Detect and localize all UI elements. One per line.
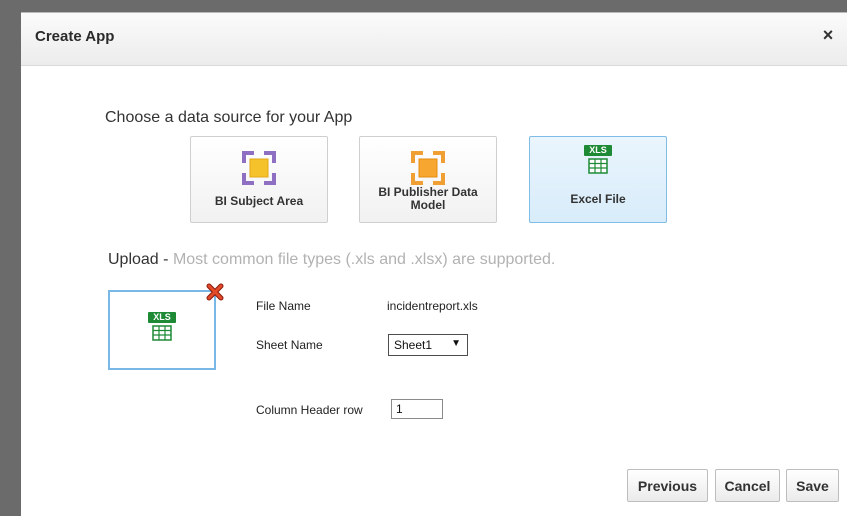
cancel-button[interactable]: Cancel	[715, 469, 780, 502]
sheet-name-value: Sheet1	[394, 338, 433, 352]
column-header-row-input[interactable]	[391, 399, 443, 419]
file-name-value: incidentreport.xls	[387, 299, 478, 313]
file-name-label: File Name	[256, 299, 311, 313]
upload-title: Upload -	[108, 251, 169, 268]
xls-badge: XLS	[584, 145, 612, 156]
tile-bi-subject-area[interactable]: BI Subject Area	[190, 136, 328, 223]
save-button[interactable]: Save	[786, 469, 839, 502]
subject-area-icon	[242, 151, 276, 185]
close-icon[interactable]: ×	[819, 26, 837, 44]
dropdown-arrow-icon: ▼	[451, 338, 461, 349]
spreadsheet-grid-icon	[588, 158, 608, 174]
upload-heading: Upload - Most common file types (.xls an…	[108, 251, 555, 269]
excel-file-icon: XLS	[584, 145, 612, 179]
upload-hint: Most common file types (.xls and .xlsx) …	[172, 251, 556, 268]
tile-excel-file[interactable]: XLS Excel File	[529, 136, 667, 223]
excel-file-icon: XLS	[148, 312, 176, 346]
create-app-dialog: Create App × Choose a data source for yo…	[21, 12, 847, 516]
tile-label: Excel File	[570, 192, 626, 206]
tile-label: BI Publisher Data Model	[378, 185, 478, 212]
data-model-icon	[411, 151, 445, 185]
datasource-heading: Choose a data source for your App	[105, 109, 353, 126]
uploaded-file-preview: XLS	[108, 290, 216, 370]
dialog-title: Create App	[35, 28, 115, 45]
tile-bi-publisher-data-model[interactable]: BI Publisher Data Model	[359, 136, 497, 223]
tile-label: BI Subject Area	[214, 194, 304, 208]
remove-file-icon[interactable]	[206, 283, 224, 301]
previous-button[interactable]: Previous	[627, 469, 708, 502]
sheet-name-label: Sheet Name	[256, 338, 323, 352]
column-header-row-label: Column Header row	[256, 403, 363, 417]
dialog-titlebar: Create App ×	[21, 13, 847, 66]
xls-badge: XLS	[148, 312, 176, 323]
sheet-name-select[interactable]: Sheet1 ▼	[388, 334, 468, 356]
spreadsheet-grid-icon	[152, 325, 172, 341]
